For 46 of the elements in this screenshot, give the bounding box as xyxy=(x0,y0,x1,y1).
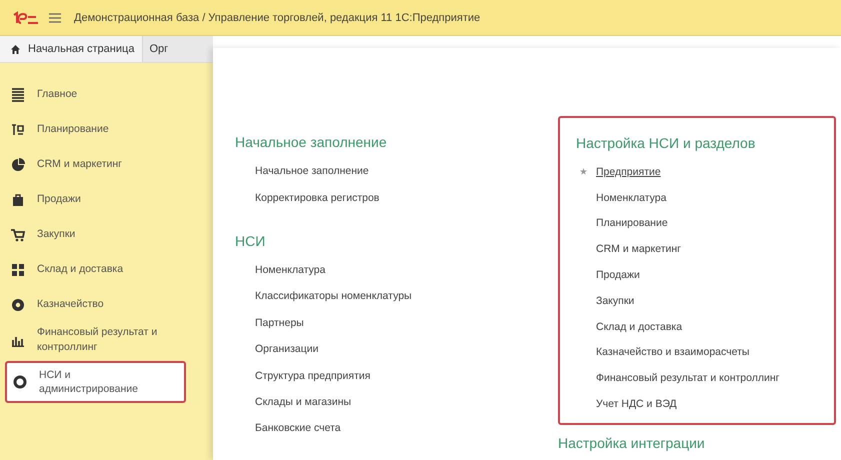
tab[interactable]: Начальная страница xyxy=(0,36,144,62)
section-title: НСИ xyxy=(235,232,266,249)
link[interactable]: Финансовый результат и контроллинг xyxy=(576,365,834,392)
link[interactable]: Структура предприятия xyxy=(235,362,558,389)
link[interactable]: Номенклатура xyxy=(576,184,834,211)
section-title: Настройка НСИ и разделов xyxy=(576,135,756,151)
grid-icon xyxy=(11,262,25,276)
sidebar-item[interactable]: НСИ и администрирование xyxy=(5,361,186,403)
link[interactable]: Начальное заполнение xyxy=(235,158,558,184)
sidebar-item[interactable]: Главное xyxy=(0,77,213,112)
planning-icon xyxy=(11,122,25,136)
list-icon xyxy=(11,88,25,102)
window-title: Демонстрационная база / Управление торговлей, редакция 11 1С:Предприятие xyxy=(74,12,480,24)
cart-icon xyxy=(11,228,25,242)
link[interactable]: Склад и доставка xyxy=(576,314,834,340)
pie-chart-icon xyxy=(11,158,25,172)
link[interactable]: Закупки xyxy=(576,288,834,314)
link[interactable]: Организации xyxy=(235,336,558,362)
link[interactable]: Склады и магазины xyxy=(235,388,558,416)
star-icon xyxy=(580,168,587,175)
section-title: Начальное заполнение xyxy=(235,134,388,150)
link[interactable]: Планирование xyxy=(576,210,834,236)
home-icon xyxy=(10,44,21,54)
link[interactable]: Предприятие xyxy=(576,159,834,185)
sidebar-item[interactable]: Финансовый результат и контроллинг xyxy=(0,322,213,357)
link[interactable]: CRM и маркетинг xyxy=(576,236,834,262)
link[interactable]: Учет НДС и ВЭД xyxy=(576,391,834,417)
link[interactable]: Корректировка регистров xyxy=(235,184,558,211)
logo-icon xyxy=(12,10,40,24)
sidebar-item[interactable]: Склад и доставка xyxy=(0,252,213,287)
link[interactable]: Номенклатура xyxy=(235,256,558,284)
link[interactable]: Банковские счета xyxy=(235,415,558,442)
sidebar-item[interactable]: Закупки xyxy=(0,217,213,252)
coin-icon xyxy=(11,298,25,312)
tab[interactable]: Орг xyxy=(143,36,213,62)
sidebar-item[interactable]: CRM и маркетинг xyxy=(0,147,213,182)
menu-icon[interactable] xyxy=(48,12,62,24)
sidebar-item[interactable]: Продажи xyxy=(0,182,213,217)
briefcase-icon xyxy=(11,192,25,206)
link[interactable]: Казначейство и взаиморасчеты xyxy=(576,340,834,366)
section-title: Настройка интеграции xyxy=(558,434,706,451)
sidebar-item[interactable]: Планирование xyxy=(0,112,213,147)
sidebar-item[interactable]: Казначейство xyxy=(0,287,213,322)
link[interactable]: Продажи xyxy=(576,262,834,288)
link[interactable]: Партнеры xyxy=(235,310,558,336)
link[interactable]: Классификаторы номенклатуры xyxy=(235,283,558,310)
